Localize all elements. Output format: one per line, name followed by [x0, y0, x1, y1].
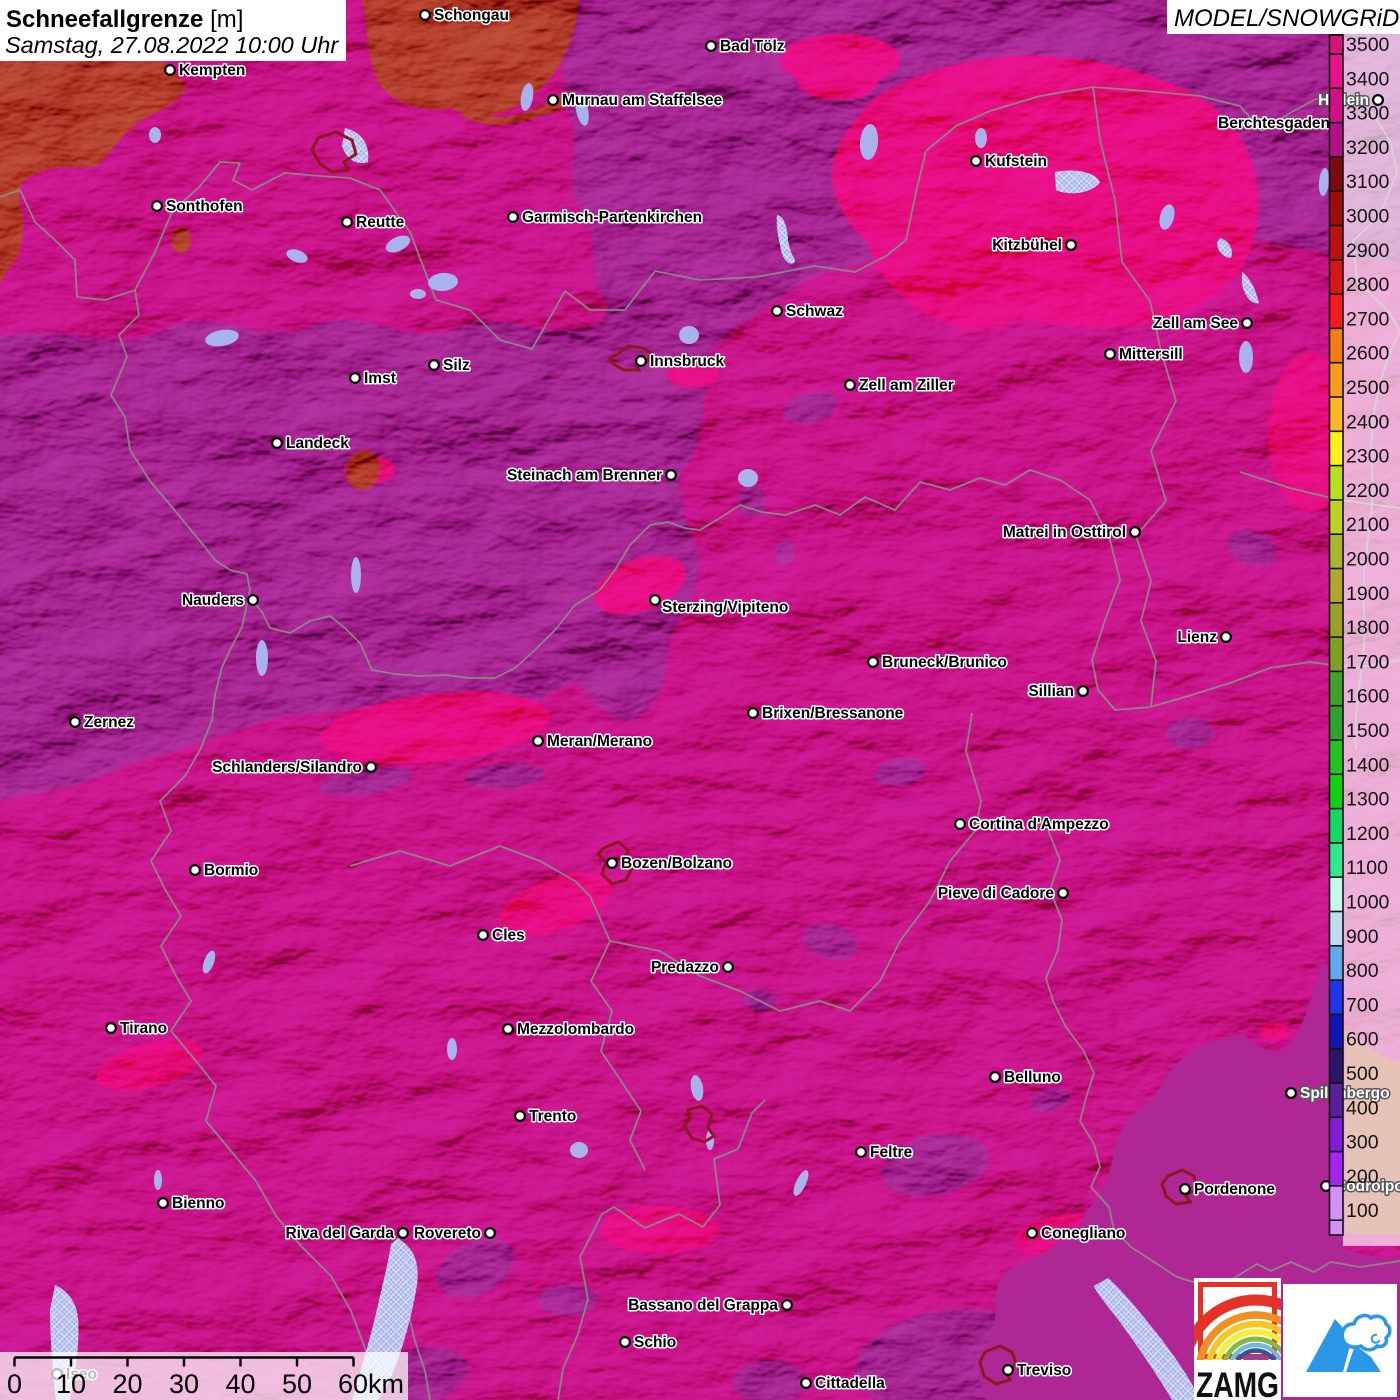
svg-text:3000: 3000 [1346, 206, 1390, 228]
svg-text:Bienno: Bienno [172, 1195, 225, 1212]
svg-text:Murnau am Staffelsee: Murnau am Staffelsee [562, 92, 723, 109]
svg-text:2200: 2200 [1346, 480, 1390, 502]
svg-text:100: 100 [1346, 1200, 1379, 1222]
svg-text:1900: 1900 [1346, 583, 1390, 605]
svg-text:Meran/Merano: Meran/Merano [547, 733, 652, 750]
svg-text:Nauders: Nauders [182, 592, 244, 609]
svg-text:10: 10 [56, 1369, 86, 1399]
svg-text:Berchtesgaden: Berchtesgaden [1218, 115, 1330, 132]
svg-text:200: 200 [1346, 1166, 1379, 1188]
svg-text:2100: 2100 [1346, 514, 1390, 536]
svg-text:400: 400 [1346, 1097, 1379, 1119]
svg-text:Belluno: Belluno [1004, 1069, 1061, 1086]
svg-text:Predazzo: Predazzo [651, 959, 719, 976]
svg-text:1300: 1300 [1346, 789, 1390, 811]
svg-text:3500: 3500 [1346, 34, 1390, 56]
svg-text:Brixen/Bressanone: Brixen/Bressanone [762, 705, 904, 722]
svg-text:Lienz: Lienz [1177, 629, 1217, 646]
svg-text:Matrei in Osttirol: Matrei in Osttirol [1003, 524, 1126, 541]
svg-text:3200: 3200 [1346, 137, 1390, 159]
svg-text:Steinach am Brenner: Steinach am Brenner [507, 467, 662, 484]
svg-text:Kitzbühel: Kitzbühel [992, 237, 1062, 254]
svg-text:MODEL/SNOWGRiD: MODEL/SNOWGRiD [1174, 5, 1399, 32]
svg-text:1500: 1500 [1346, 720, 1390, 742]
svg-text:Schneefallgrenze [m]: Schneefallgrenze [m] [6, 6, 243, 33]
svg-text:3400: 3400 [1346, 68, 1390, 90]
svg-text:Zell am See: Zell am See [1153, 315, 1239, 332]
svg-text:Riva del Garda: Riva del Garda [285, 1225, 394, 1242]
svg-text:Bassano del Grappa: Bassano del Grappa [628, 1297, 778, 1314]
svg-text:Mittersill: Mittersill [1119, 346, 1183, 363]
svg-text:Sillian: Sillian [1028, 683, 1074, 700]
svg-text:0: 0 [7, 1369, 22, 1399]
svg-text:Imst: Imst [364, 370, 396, 387]
svg-text:Reutte: Reutte [356, 214, 405, 231]
svg-text:Zell am Ziller: Zell am Ziller [859, 377, 954, 394]
svg-text:1800: 1800 [1346, 617, 1390, 639]
svg-text:600: 600 [1346, 1029, 1379, 1051]
svg-text:1200: 1200 [1346, 823, 1390, 845]
svg-text:Schlanders/Silandro: Schlanders/Silandro [212, 759, 362, 776]
svg-text:Feltre: Feltre [870, 1144, 913, 1161]
svg-text:Pieve di Cadore: Pieve di Cadore [938, 885, 1055, 902]
svg-text:60km: 60km [338, 1369, 404, 1399]
svg-text:2400: 2400 [1346, 411, 1390, 433]
svg-text:20: 20 [112, 1369, 142, 1399]
svg-text:40: 40 [225, 1369, 255, 1399]
svg-text:300: 300 [1346, 1132, 1379, 1154]
svg-text:500: 500 [1346, 1063, 1379, 1085]
svg-text:800: 800 [1346, 960, 1379, 982]
svg-text:Mezzolombardo: Mezzolombardo [517, 1021, 634, 1038]
svg-text:3100: 3100 [1346, 171, 1390, 193]
svg-text:2800: 2800 [1346, 274, 1390, 296]
svg-text:2700: 2700 [1346, 308, 1390, 330]
svg-text:900: 900 [1346, 926, 1379, 948]
svg-text:Landeck: Landeck [286, 435, 349, 452]
svg-text:Sterzing/Vipiteno: Sterzing/Vipiteno [662, 599, 788, 616]
svg-text:50: 50 [282, 1369, 312, 1399]
svg-text:Bormio: Bormio [204, 862, 258, 879]
svg-text:Schwaz: Schwaz [786, 303, 843, 320]
svg-text:2000: 2000 [1346, 549, 1390, 571]
svg-text:1100: 1100 [1346, 857, 1388, 879]
svg-text:Innsbruck: Innsbruck [650, 353, 724, 370]
svg-text:Kempten: Kempten [179, 62, 245, 79]
svg-text:Trento: Trento [529, 1108, 576, 1125]
svg-text:1600: 1600 [1346, 686, 1390, 708]
svg-text:3300: 3300 [1346, 103, 1390, 125]
svg-text:Bozen/Bolzano: Bozen/Bolzano [621, 855, 732, 872]
svg-text:2900: 2900 [1346, 240, 1390, 262]
svg-text:1000: 1000 [1346, 892, 1390, 914]
svg-text:ZAMG: ZAMG [1196, 1366, 1279, 1400]
svg-text:1400: 1400 [1346, 754, 1390, 776]
svg-text:Cortina d'Ampezzo: Cortina d'Ampezzo [969, 816, 1109, 833]
svg-text:Schongau: Schongau [434, 7, 509, 24]
svg-text:Bad Tölz: Bad Tölz [720, 38, 785, 55]
svg-text:Cles: Cles [492, 927, 525, 944]
svg-text:Cittadella: Cittadella [815, 1375, 885, 1392]
svg-text:Rovereto: Rovereto [414, 1225, 481, 1242]
svg-text:Kufstein: Kufstein [985, 153, 1047, 170]
svg-text:30: 30 [169, 1369, 199, 1399]
svg-text:Bruneck/Brunico: Bruneck/Brunico [882, 654, 1007, 671]
svg-text:Pordenone: Pordenone [1194, 1181, 1275, 1198]
svg-text:1700: 1700 [1346, 651, 1390, 673]
svg-text:Sonthofen: Sonthofen [166, 198, 243, 215]
svg-text:Tirano: Tirano [120, 1020, 167, 1037]
svg-text:Samstag, 27.08.2022 10:00 Uhr: Samstag, 27.08.2022 10:00 Uhr [5, 32, 339, 58]
svg-text:2500: 2500 [1346, 377, 1390, 399]
svg-text:Treviso: Treviso [1017, 1362, 1071, 1379]
svg-text:Schio: Schio [634, 1334, 676, 1351]
svg-text:2600: 2600 [1346, 343, 1390, 365]
svg-text:Silz: Silz [443, 357, 470, 374]
svg-text:2300: 2300 [1346, 446, 1390, 468]
svg-text:700: 700 [1346, 994, 1379, 1016]
svg-text:Garmisch-Partenkirchen: Garmisch-Partenkirchen [522, 209, 702, 226]
svg-text:Zernez: Zernez [84, 714, 134, 731]
svg-text:Conegliano: Conegliano [1041, 1225, 1125, 1242]
